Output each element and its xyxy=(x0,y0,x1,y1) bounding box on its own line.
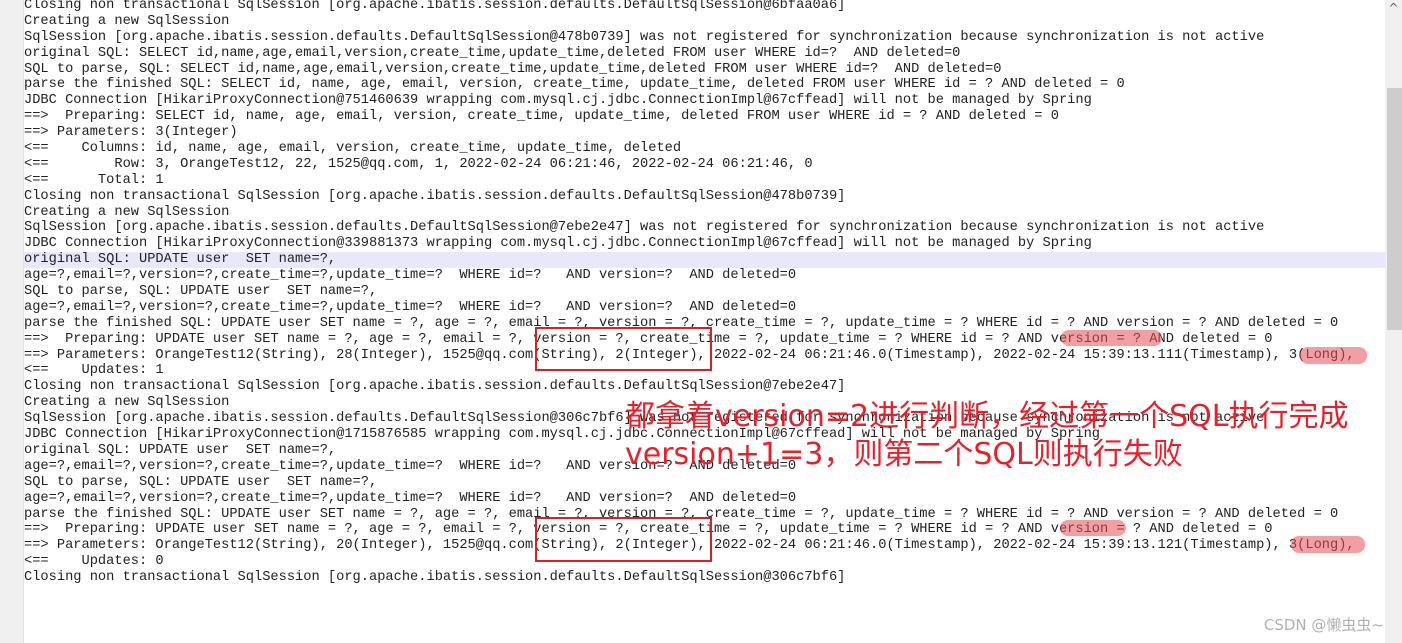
log-line: SQL to parse, SQL: SELECT id,name,age,em… xyxy=(24,61,1002,77)
line-gutter xyxy=(0,0,24,643)
annotation-line-2: version+1=3，则第二个SQL则执行失败 xyxy=(625,437,1183,472)
log-line: parse the finished SQL: SELECT id, name,… xyxy=(24,77,1125,93)
log-line: Closing non transactional SqlSession [or… xyxy=(24,570,846,586)
log-line: age=?,email=?,version=?,create_time=?,up… xyxy=(24,299,797,315)
log-line: original SQL: UPDATE user SET name=?, xyxy=(24,252,1385,269)
highlight-long-first xyxy=(1300,347,1367,364)
log-line: JDBC Connection [HikariProxyConnection@3… xyxy=(24,236,1092,252)
annotation-note: 都拿着version=2进行判断，经过第一个SQL执行完成 version+1=3… xyxy=(625,398,1348,474)
log-line: SqlSession [org.apache.ibatis.session.de… xyxy=(24,220,1265,236)
highlight-long-second xyxy=(1291,536,1365,553)
console-output: Closing non transactional SqlSession [or… xyxy=(24,0,1385,586)
log-line: <== Total: 1 xyxy=(24,172,164,188)
annotation-line-1: 都拿着version=2进行判断，经过第一个SQL执行完成 xyxy=(625,399,1349,434)
log-line: age=?,email=?,version=?,create_time=?,up… xyxy=(24,268,797,284)
log-line: JDBC Connection [HikariProxyConnection@7… xyxy=(24,93,1092,109)
log-line: ==> Preparing: SELECT id, name, age, ema… xyxy=(24,109,1059,125)
log-line: SQL to parse, SQL: UPDATE user SET name=… xyxy=(24,284,378,300)
log-line: <== Columns: id, name, age, email, versi… xyxy=(24,141,682,157)
scrollbar-thumb[interactable] xyxy=(1387,88,1402,330)
log-line: <== Row: 3, OrangeTest12, 22, 1525@qq.co… xyxy=(24,156,813,172)
log-line: age=?,email=?,version=?,create_time=?,up… xyxy=(24,490,797,506)
highlight-version-first xyxy=(1061,330,1162,346)
log-line: SQL to parse, SQL: UPDATE user SET name=… xyxy=(24,474,378,490)
highlight-version-second xyxy=(1060,520,1126,536)
watermark: CSDN @懒虫虫~ xyxy=(1263,616,1384,634)
log-line: Creating a new SqlSession xyxy=(24,13,230,29)
log-line: Creating a new SqlSession xyxy=(24,204,230,220)
scroll-up-icon[interactable]: ^ xyxy=(1385,0,1402,17)
log-line: ==> Parameters: 3(Integer) xyxy=(24,125,238,141)
vertical-scrollbar[interactable]: ^ xyxy=(1385,0,1402,643)
log-line: Closing non transactional SqlSession [or… xyxy=(24,0,846,13)
annotation-box-first xyxy=(535,327,712,371)
annotation-box-second xyxy=(535,517,712,562)
log-line: Closing non transactional SqlSession [or… xyxy=(24,188,846,204)
log-line: SqlSession [org.apache.ibatis.session.de… xyxy=(24,29,1265,45)
log-line: Closing non transactional SqlSession [or… xyxy=(24,379,846,395)
log-line: original SQL: SELECT id,name,age,email,v… xyxy=(24,45,961,61)
